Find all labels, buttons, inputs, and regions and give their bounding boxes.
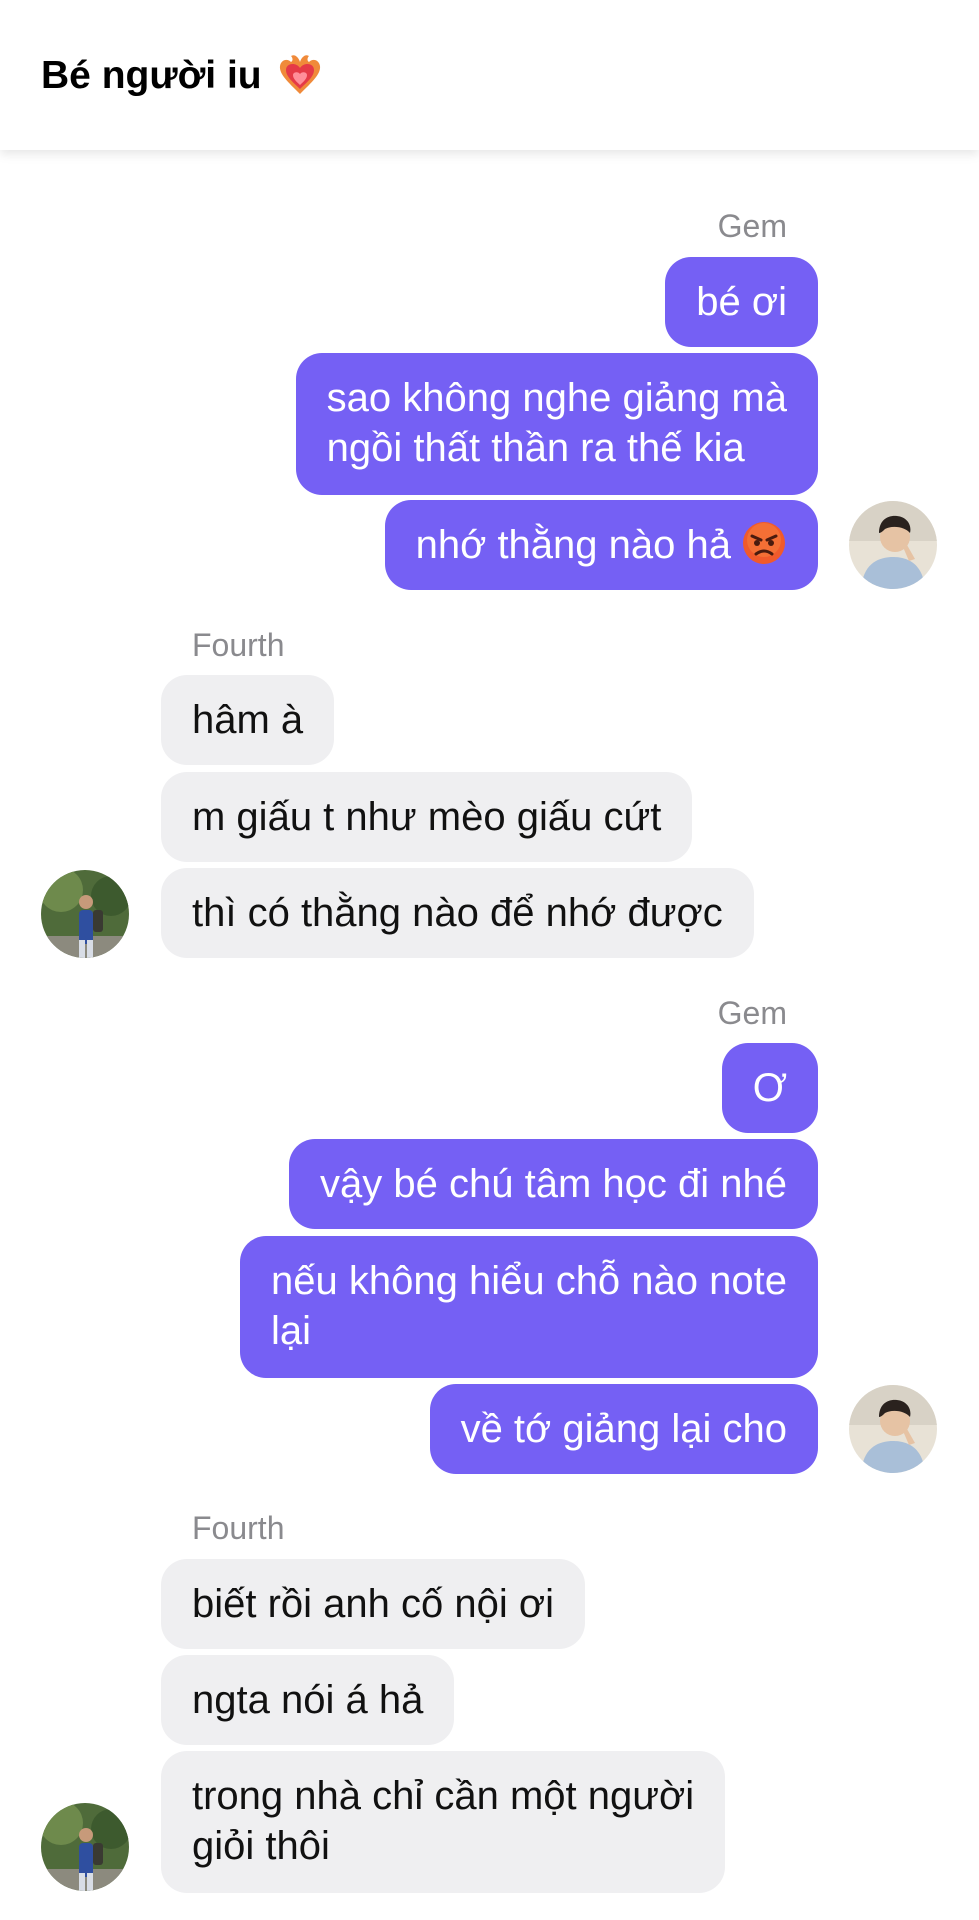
message-text: ngồi thất thần ra thế kia [326,426,745,470]
sender-label: Fourth [192,1510,285,1546]
message-text: nếu không hiểu chỗ nào note [271,1259,787,1303]
message-text: hâm à [192,698,304,742]
avatar-gem[interactable] [849,1385,937,1473]
sender-label: Gem [717,208,787,244]
message-bubble-incoming[interactable]: ngta nói á hả [161,1655,455,1745]
message-bubble-outgoing[interactable]: nếu không hiểu chỗ nào note lại [240,1236,818,1378]
message-text: vậy bé chú tâm học đi nhé [320,1162,787,1206]
message-bubble-outgoing[interactable]: sao không nghe giảng mà ngồi thất thần r… [295,353,818,495]
angry-face-icon [741,520,787,566]
burning-heart-icon [276,52,324,100]
message-bubble-incoming[interactable]: hâm à [161,675,335,765]
message-bubble-outgoing[interactable]: về tớ giảng lại cho [429,1384,818,1474]
message-bubble-outgoing[interactable]: Ơ [721,1043,818,1133]
message-bubble-incoming[interactable]: thì có thằng nào để nhớ được [161,868,754,958]
message-text: nhớ thằng nào hả [415,523,731,567]
message-text: ngta nói á hả [192,1678,424,1722]
sender-label: Fourth [192,627,285,663]
message-bubble-outgoing[interactable]: bé ơi [665,257,818,347]
message-bubble-outgoing[interactable]: vậy bé chú tâm học đi nhé [289,1139,818,1229]
message-text: Ơ [752,1066,787,1110]
avatar-gem[interactable] [849,501,937,589]
message-text: trong nhà chỉ cần một người [192,1774,695,1818]
avatar-fourth[interactable] [41,1803,129,1891]
chat-title-text: Bé người iu [41,54,262,97]
message-text: lại [271,1309,312,1353]
sender-label: Gem [717,995,787,1031]
message-text: giỏi thôi [192,1824,330,1868]
avatar-fourth[interactable] [41,870,129,958]
message-text: về tớ giảng lại cho [460,1407,787,1451]
message-bubble-incoming[interactable]: m giấu t như mèo giấu cứt [161,772,693,862]
message-text: thì có thằng nào để nhớ được [192,891,723,935]
chat-title[interactable]: Bé người iu [41,52,324,100]
chat-header: Bé người iu [0,0,979,150]
message-bubble-incoming[interactable]: trong nhà chỉ cần một người giỏi thôi [161,1751,726,1893]
message-bubble-incoming[interactable]: biết rồi anh cố nội ơi [161,1559,585,1649]
message-text: sao không nghe giảng mà [326,376,787,420]
message-text: m giấu t như mèo giấu cứt [192,795,662,839]
message-text: bé ơi [696,280,787,324]
message-list[interactable]: Gem bé ơi sao không nghe giảng mà ngồi t… [0,150,979,1920]
message-text: biết rồi anh cố nội ơi [192,1582,554,1626]
message-bubble-outgoing[interactable]: nhớ thằng nào hả [384,500,818,590]
